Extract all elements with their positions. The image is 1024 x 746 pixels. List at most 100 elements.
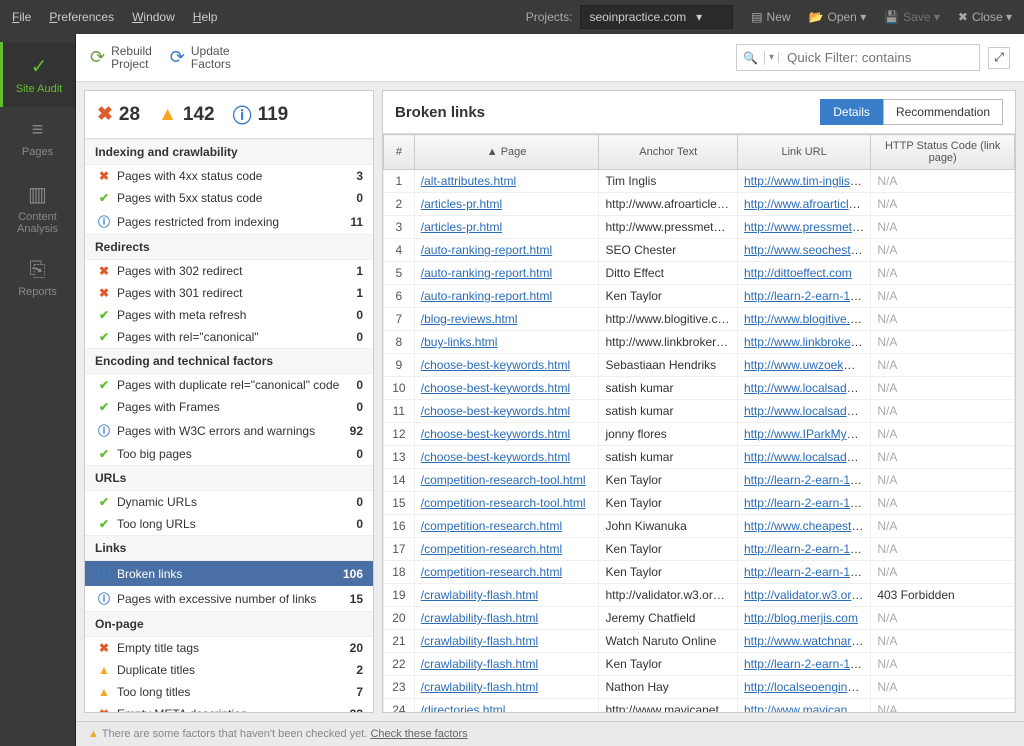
url-link[interactable]: http://www.linkbrokeronli... [744,335,871,349]
table-row[interactable]: 13/choose-best-keywords.htmlsatish kumar… [384,446,1015,469]
rebuild-project-button[interactable]: ⟳ RebuildProject [90,45,152,71]
table-row[interactable]: 2/articles-pr.htmlhttp://www.afroarticle… [384,193,1015,216]
summary-errors[interactable]: ✖28 [97,103,140,126]
nav-pages[interactable]: ≡Pages [0,107,75,170]
url-link[interactable]: http://dittoeffect.com [744,266,852,280]
factor-row[interactable]: ✖Pages with 301 redirect1 [85,282,373,304]
page-link[interactable]: /crawlability-flash.html [421,680,538,694]
page-link[interactable]: /auto-ranking-report.html [421,289,552,303]
page-link[interactable]: /articles-pr.html [421,220,502,234]
nav-content-analysis[interactable]: ▥Content Analysis [0,170,75,247]
page-link[interactable]: /choose-best-keywords.html [421,427,570,441]
new-button[interactable]: ▤New [751,10,790,24]
page-link[interactable]: /competition-research-tool.html [421,473,586,487]
project-selector[interactable]: seoinpractice.com ▾ [580,5,733,29]
url-link[interactable]: http://www.localsadda.co... [744,450,871,464]
url-link[interactable]: http://learn-2-earn-1k-a-d... [744,542,871,556]
page-link[interactable]: /competition-research.html [421,519,562,533]
menu-file[interactable]: File [12,10,31,24]
table-row[interactable]: 17/competition-research.htmlKen Taylorht… [384,538,1015,561]
table-row[interactable]: 1/alt-attributes.htmlTim Inglishttp://ww… [384,170,1015,193]
table-row[interactable]: 18/competition-research.htmlKen Taylorht… [384,561,1015,584]
factor-row[interactable]: ✖Empty META description23 [85,703,373,712]
url-link[interactable]: http://www.mavicanet.com [744,703,871,712]
url-link[interactable]: http://learn-2-earn-1k-a-d... [744,657,871,671]
page-link[interactable]: /competition-research.html [421,565,562,579]
url-link[interactable]: http://www.localsadda.co... [744,381,871,395]
factor-row[interactable]: ✔Pages with rel="canonical"0 [85,326,373,348]
page-link[interactable]: /directories.html [421,703,506,712]
table-row[interactable]: 7/blog-reviews.htmlhttp://www.blogitive.… [384,308,1015,331]
filter-dropdown-icon[interactable]: ▾ [765,52,779,63]
page-link[interactable]: /alt-attributes.html [421,174,516,188]
url-link[interactable]: http://www.blogitive.com/ [744,312,871,326]
factor-row[interactable]: ✔Too big pages0 [85,443,373,465]
page-link[interactable]: /auto-ranking-report.html [421,266,552,280]
nav-site-audit[interactable]: ✓Site Audit [0,42,75,107]
table-row[interactable]: 4/auto-ranking-report.htmlSEO Chesterhtt… [384,239,1015,262]
summary-warnings[interactable]: ▲142 [158,104,215,126]
url-link[interactable]: http://www.IParkMyDoma... [744,427,871,441]
col-page[interactable]: ▲ Page [414,135,599,170]
table-row[interactable]: 14/competition-research-tool.htmlKen Tay… [384,469,1015,492]
col-status[interactable]: HTTP Status Code (link page) [871,135,1015,170]
table-row[interactable]: 23/crawlability-flash.htmlNathon Hayhttp… [384,676,1015,699]
url-link[interactable]: http://www.seochester.c... [744,243,871,257]
url-link[interactable]: http://localseoengine.com [744,680,871,694]
tab-details[interactable]: Details [820,99,883,125]
factor-row[interactable]: ▲Duplicate titles2 [85,659,373,681]
factor-row[interactable]: ⓘPages restricted from indexing11 [85,209,373,234]
page-link[interactable]: /buy-links.html [421,335,498,349]
table-row[interactable]: 11/choose-best-keywords.htmlsatish kumar… [384,400,1015,423]
table-row[interactable]: 8/buy-links.htmlhttp://www.linkbrokeronl… [384,331,1015,354]
summary-info[interactable]: ⓘ119 [233,101,289,128]
menu-help[interactable]: Help [193,10,218,24]
menu-preferences[interactable]: Preferences [49,10,114,24]
table-row[interactable]: 5/auto-ranking-report.htmlDitto Effectht… [384,262,1015,285]
url-link[interactable]: http://www.uwzoekmachi... [744,358,871,372]
col-url[interactable]: Link URL [737,135,870,170]
table-row[interactable]: 10/choose-best-keywords.htmlsatish kumar… [384,377,1015,400]
page-link[interactable]: /crawlability-flash.html [421,611,538,625]
page-link[interactable]: /crawlability-flash.html [421,634,538,648]
page-link[interactable]: /choose-best-keywords.html [421,450,570,464]
factor-row[interactable]: ✖Empty title tags20 [85,637,373,659]
factor-row[interactable]: ✔Pages with duplicate rel="canonical" co… [85,374,373,396]
url-link[interactable]: http://learn-2-earn-1k-a-d... [744,473,871,487]
url-link[interactable]: http://www.cheapestgas... [744,519,871,533]
factor-row[interactable]: ✖Pages with 302 redirect1 [85,260,373,282]
factor-row[interactable]: ⓘBroken links106 [85,561,373,586]
col-anchor[interactable]: Anchor Text [599,135,738,170]
table-row[interactable]: 3/articles-pr.htmlhttp://www.pressmethod… [384,216,1015,239]
url-link[interactable]: http://www.afroarticles.co... [744,197,871,211]
url-link[interactable]: http://www.watchnaruto-... [744,634,871,648]
table-row[interactable]: 22/crawlability-flash.htmlKen Taylorhttp… [384,653,1015,676]
factor-row[interactable]: ✔Pages with meta refresh0 [85,304,373,326]
page-link[interactable]: /articles-pr.html [421,197,502,211]
col-num[interactable]: # [384,135,415,170]
tab-recommendation[interactable]: Recommendation [883,99,1003,125]
table-row[interactable]: 20/crawlability-flash.htmlJeremy Chatfie… [384,607,1015,630]
page-link[interactable]: /crawlability-flash.html [421,657,538,671]
url-link[interactable]: http://www.tim-inglis.co... [744,174,871,188]
page-link[interactable]: /competition-research.html [421,542,562,556]
factor-row[interactable]: ✔Dynamic URLs0 [85,491,373,513]
table-row[interactable]: 6/auto-ranking-report.htmlKen Taylorhttp… [384,285,1015,308]
url-link[interactable]: http://www.pressmethod... [744,220,871,234]
nav-reports[interactable]: ⎘Reports [0,247,75,310]
page-link[interactable]: /choose-best-keywords.html [421,404,570,418]
expand-button[interactable]: ⤢ [988,47,1010,69]
factor-row[interactable]: ⓘPages with W3C errors and warnings92 [85,418,373,443]
close-button[interactable]: ✖Close ▾ [958,10,1012,24]
page-link[interactable]: /choose-best-keywords.html [421,358,570,372]
page-link[interactable]: /choose-best-keywords.html [421,381,570,395]
quick-filter-input[interactable] [779,45,979,70]
url-link[interactable]: http://learn-2-earn-1k-a-d... [744,565,871,579]
table-row[interactable]: 12/choose-best-keywords.htmljonny flores… [384,423,1015,446]
url-link[interactable]: http://www.localsadda.co... [744,404,871,418]
url-link[interactable]: http://learn-2-earn-1k-a-d... [744,289,871,303]
factor-row[interactable]: ✔Pages with Frames0 [85,396,373,418]
factor-row[interactable]: ✔Too long URLs0 [85,513,373,535]
update-factors-button[interactable]: ⟳ UpdateFactors [170,45,231,71]
url-link[interactable]: http://blog.merjis.com [744,611,858,625]
